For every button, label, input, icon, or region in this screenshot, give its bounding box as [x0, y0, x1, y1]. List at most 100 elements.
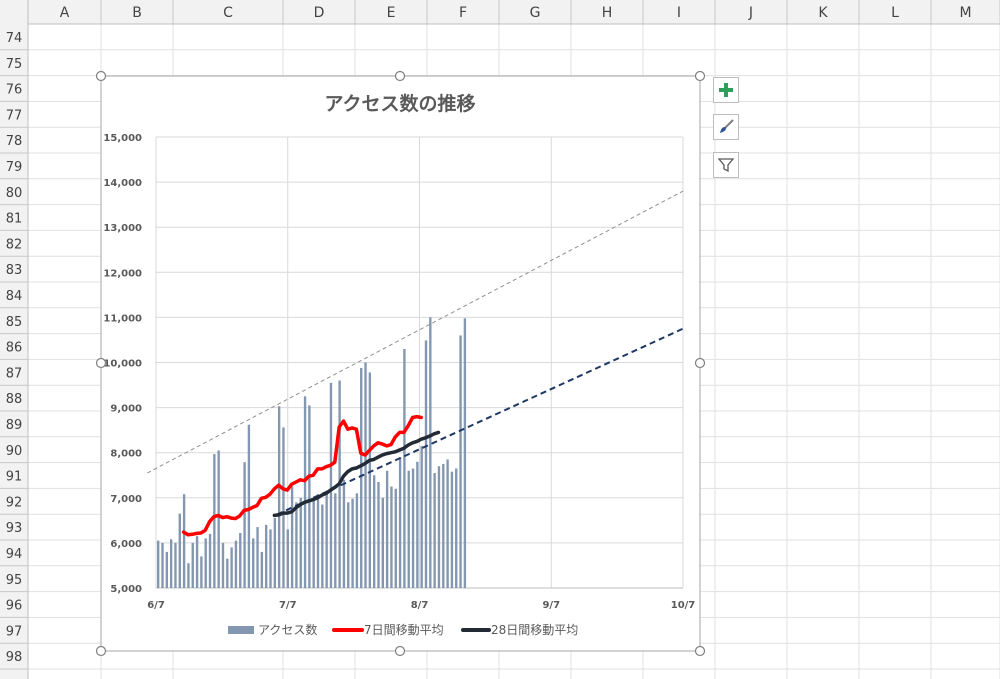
column-header-C[interactable]: C [223, 5, 233, 21]
column-header-G[interactable]: G [530, 5, 541, 21]
resize-handle[interactable] [95, 357, 107, 369]
column-header-F[interactable]: F [459, 5, 467, 21]
bar-access-count [286, 529, 289, 588]
bar-access-count [325, 493, 328, 588]
x-tick-label: 7/7 [279, 600, 297, 611]
column-header-M[interactable]: M [959, 5, 971, 21]
y-tick-label: 10,000 [103, 359, 142, 370]
bar-access-count [269, 529, 272, 588]
resize-handle[interactable] [694, 357, 706, 369]
column-header-D[interactable]: D [314, 5, 325, 21]
resize-handle[interactable] [694, 70, 706, 82]
bar-access-count [455, 468, 458, 588]
bar-access-count [165, 551, 169, 588]
column-header-H[interactable]: H [602, 5, 613, 21]
spreadsheet[interactable]: A B C D E F G H I J K L M 74 75 76 77 78 79 80 81 82 83 84 85 86… [0, 0, 1000, 679]
bar-access-count [368, 372, 372, 588]
row-header-83[interactable]: 83 [6, 263, 23, 278]
bar-access-count [187, 563, 190, 588]
row-header-77[interactable]: 77 [6, 108, 23, 123]
row-header-91[interactable]: 91 [6, 470, 23, 485]
row-header-92[interactable]: 92 [6, 495, 23, 510]
row-header-94[interactable]: 94 [6, 547, 23, 562]
column-header-I[interactable]: I [677, 5, 681, 21]
row-header-97[interactable]: 97 [6, 624, 23, 639]
bar-access-count [442, 463, 445, 588]
bar-access-count [234, 540, 238, 588]
y-tick-label: 7,000 [110, 494, 142, 505]
row-header-82[interactable]: 82 [6, 237, 23, 252]
bar-access-count [260, 551, 264, 588]
chart-elements-button[interactable] [713, 77, 739, 103]
row-headers[interactable]: 74 75 76 77 78 79 80 81 82 83 84 85 86 87 88 89 90 91 92 93… [0, 0, 29, 679]
filter-icon [718, 158, 734, 173]
row-header-95[interactable]: 95 [6, 573, 23, 588]
row-header-74[interactable]: 74 [6, 31, 23, 46]
row-header-81[interactable]: 81 [6, 212, 23, 227]
y-tick-label: 5,000 [110, 584, 142, 595]
resize-handle[interactable] [95, 70, 107, 82]
column-header-J[interactable]: J [748, 5, 753, 21]
row-header-80[interactable]: 80 [6, 186, 23, 201]
resize-handle[interactable] [394, 70, 406, 82]
row-header-85[interactable]: 85 [6, 315, 23, 330]
resize-handle[interactable] [394, 645, 406, 657]
row-header-96[interactable]: 96 [6, 599, 23, 614]
bar-access-count [316, 494, 320, 588]
row-header-79[interactable]: 79 [6, 160, 23, 175]
bar-access-count [208, 533, 212, 588]
chart-legend[interactable]: アクセス数 7日間移動平均 28日間移動平均 [228, 622, 578, 637]
bar-access-count [420, 445, 423, 588]
chart-styles-button[interactable] [713, 114, 739, 140]
column-header-L[interactable]: L [891, 5, 899, 21]
row-header-90[interactable]: 90 [6, 444, 23, 459]
row-header-78[interactable]: 78 [6, 134, 23, 149]
row-header-87[interactable]: 87 [6, 366, 23, 381]
resize-handle[interactable] [694, 645, 706, 657]
bar-access-count [230, 547, 233, 588]
y-tick-label: 12,000 [103, 268, 142, 279]
bar-access-count [398, 457, 402, 588]
bar-access-count [204, 538, 207, 588]
column-header-A[interactable]: A [60, 5, 70, 21]
chart-title[interactable]: アクセス数の推移 [324, 92, 475, 115]
bar-access-count [385, 470, 389, 588]
bar-access-count [403, 348, 406, 588]
row-header-98[interactable]: 98 [6, 650, 23, 665]
bar-access-count [226, 558, 229, 588]
column-header-B[interactable]: B [132, 5, 142, 21]
y-tick-label: 13,000 [103, 223, 142, 234]
bar-access-count [407, 470, 410, 588]
bar-access-count [372, 475, 376, 588]
bar-access-count [213, 454, 216, 588]
bar-access-count [282, 427, 285, 588]
row-header-84[interactable]: 84 [6, 289, 23, 304]
plus-icon [719, 83, 733, 97]
row-header-76[interactable]: 76 [6, 83, 23, 98]
chart-object[interactable]: アクセス数の推移 5,000 6,000 7,000 8,000 9,000 10,000… [95, 70, 706, 657]
row-header-89[interactable]: 89 [6, 418, 23, 433]
column-headers[interactable]: A B C D E F G H I J K L M [0, 0, 1000, 25]
row-header-75[interactable]: 75 [6, 57, 23, 72]
bar-access-count [174, 542, 177, 588]
row-header-88[interactable]: 88 [6, 392, 23, 407]
y-tick-label: 15,000 [103, 133, 142, 144]
bar-access-count [433, 472, 436, 588]
column-header-E[interactable]: E [387, 5, 396, 21]
column-header-K[interactable]: K [818, 5, 828, 21]
row-header-93[interactable]: 93 [6, 521, 23, 536]
bar-access-count [252, 538, 255, 588]
bar-access-count [277, 406, 281, 588]
bar-access-count [303, 396, 307, 588]
chart-filters-button[interactable] [713, 152, 739, 178]
bar-access-count [191, 542, 194, 588]
resize-handle[interactable] [95, 645, 107, 657]
bar-access-count [247, 424, 251, 588]
bar-access-count [329, 382, 333, 588]
x-tick-label: 8/7 [411, 600, 429, 611]
bar-access-count [390, 486, 393, 588]
bar-access-count [321, 504, 324, 588]
y-tick-label: 6,000 [110, 539, 142, 550]
bar-access-count [437, 466, 441, 588]
row-header-86[interactable]: 86 [6, 341, 23, 356]
